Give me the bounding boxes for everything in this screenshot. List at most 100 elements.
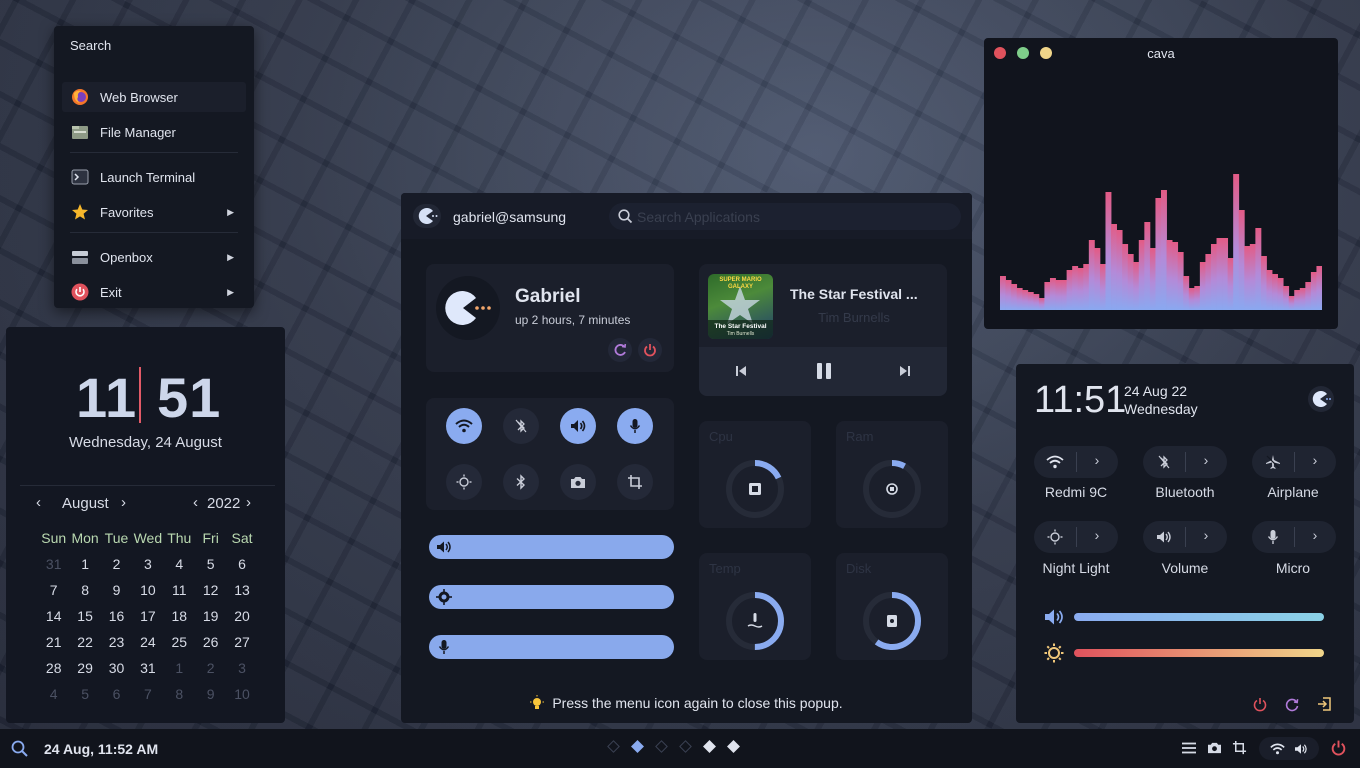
calendar-day[interactable]: 7: [38, 582, 69, 598]
prev-year-button[interactable]: ‹: [193, 494, 198, 511]
power-icon[interactable]: [1330, 739, 1347, 756]
calendar-day[interactable]: 27: [226, 634, 257, 650]
restart-icon[interactable]: [1284, 696, 1300, 712]
calendar-day[interactable]: 5: [69, 686, 100, 702]
calendar-day[interactable]: 9: [195, 686, 226, 702]
calendar-day[interactable]: 6: [226, 556, 257, 572]
chevron-right-icon[interactable]: ›: [1088, 452, 1106, 472]
wifi-network-toggle[interactable]: ›: [1034, 446, 1118, 478]
search-input[interactable]: [637, 207, 947, 226]
calendar-day[interactable]: 7: [132, 686, 163, 702]
prev-month-button[interactable]: ‹: [36, 494, 41, 511]
calendar-day[interactable]: 10: [132, 582, 163, 598]
menu-item-web-browser[interactable]: Web Browser: [62, 82, 246, 112]
calendar-day[interactable]: 9: [101, 582, 132, 598]
calendar-day[interactable]: 2: [101, 556, 132, 572]
cc-brightness-slider[interactable]: [1074, 649, 1324, 657]
restart-button[interactable]: [608, 338, 632, 362]
microphone-slider[interactable]: [429, 635, 674, 659]
night-light-toggle[interactable]: [446, 464, 482, 500]
workspace-indicator-occupied[interactable]: [703, 740, 716, 753]
power-icon[interactable]: [1252, 696, 1268, 712]
previous-track-icon[interactable]: [735, 365, 747, 377]
calendar-day[interactable]: 19: [195, 608, 226, 624]
calendar-day[interactable]: 24: [132, 634, 163, 650]
calendar-day[interactable]: 13: [226, 582, 257, 598]
calendar-day[interactable]: 22: [69, 634, 100, 650]
calendar-day[interactable]: 16: [101, 608, 132, 624]
calendar-day[interactable]: 4: [164, 556, 195, 572]
pause-icon[interactable]: [815, 362, 833, 380]
calendar-day[interactable]: 31: [38, 556, 69, 572]
calendar-day[interactable]: 8: [164, 686, 195, 702]
calendar-day[interactable]: 12: [195, 582, 226, 598]
microphone-settings-toggle[interactable]: ›: [1252, 521, 1336, 553]
cc-avatar[interactable]: [1308, 386, 1334, 412]
calendar-day[interactable]: 8: [69, 582, 100, 598]
menu-item-exit[interactable]: Exit ▶: [62, 277, 246, 307]
calendar-day[interactable]: 10: [226, 686, 257, 702]
chevron-right-icon[interactable]: ›: [1197, 527, 1215, 547]
bluetooth-settings-toggle[interactable]: ›: [1143, 446, 1227, 478]
night-light-toggle[interactable]: ›: [1034, 521, 1118, 553]
camera-icon[interactable]: [1207, 741, 1222, 754]
bluetooth-toggle[interactable]: [503, 408, 539, 444]
workspace-indicator-occupied[interactable]: [727, 740, 740, 753]
calendar-day[interactable]: 1: [164, 660, 195, 676]
brightness-slider[interactable]: [429, 585, 674, 609]
search-bar[interactable]: [609, 203, 961, 230]
chevron-right-icon[interactable]: ›: [1197, 452, 1215, 472]
cc-volume-slider[interactable]: [1074, 613, 1324, 621]
crop-button[interactable]: [617, 464, 653, 500]
calendar-day[interactable]: 31: [132, 660, 163, 676]
calendar-day[interactable]: 23: [101, 634, 132, 650]
calendar-day[interactable]: 6: [101, 686, 132, 702]
calendar-day[interactable]: 11: [164, 582, 195, 598]
next-year-button[interactable]: ›: [246, 494, 251, 511]
user-avatar[interactable]: [413, 204, 441, 228]
calendar-day[interactable]: 15: [69, 608, 100, 624]
menu-item-launch-terminal[interactable]: Launch Terminal: [62, 162, 246, 192]
calendar-day[interactable]: 2: [195, 660, 226, 676]
calendar-day[interactable]: 20: [226, 608, 257, 624]
calendar-day[interactable]: 1: [69, 556, 100, 572]
calendar-day[interactable]: 5: [195, 556, 226, 572]
calendar-day[interactable]: 29: [69, 660, 100, 676]
chevron-right-icon[interactable]: ›: [1306, 527, 1324, 547]
volume-settings-toggle[interactable]: ›: [1143, 521, 1227, 553]
calendar-day[interactable]: 18: [164, 608, 195, 624]
system-tray[interactable]: [1259, 737, 1319, 760]
calendar-day[interactable]: 3: [226, 660, 257, 676]
calendar-day[interactable]: 26: [195, 634, 226, 650]
calendar-day[interactable]: 17: [132, 608, 163, 624]
bluetooth-button[interactable]: [503, 464, 539, 500]
screenshot-button[interactable]: [560, 464, 596, 500]
calendar-day[interactable]: 30: [101, 660, 132, 676]
menu-search-label[interactable]: Search: [70, 38, 111, 53]
calendar-day[interactable]: 21: [38, 634, 69, 650]
next-track-icon[interactable]: [899, 365, 911, 377]
microphone-toggle[interactable]: [617, 408, 653, 444]
workspace-indicator-active[interactable]: [631, 740, 644, 753]
calendar-day[interactable]: 14: [38, 608, 69, 624]
wifi-toggle[interactable]: [446, 408, 482, 444]
calendar-day[interactable]: 4: [38, 686, 69, 702]
next-month-button[interactable]: ›: [121, 494, 126, 511]
menu-item-favorites[interactable]: Favorites ▶: [62, 197, 246, 227]
power-button[interactable]: [638, 338, 662, 362]
calendar-day[interactable]: 25: [164, 634, 195, 650]
chevron-right-icon[interactable]: ›: [1088, 527, 1106, 547]
menu-item-openbox[interactable]: Openbox ▶: [62, 242, 246, 272]
calendar-day[interactable]: 3: [132, 556, 163, 572]
workspace-indicator[interactable]: [679, 740, 692, 753]
workspace-indicator[interactable]: [607, 740, 620, 753]
menu-item-file-manager[interactable]: File Manager: [62, 117, 246, 147]
airplane-mode-toggle[interactable]: ›: [1252, 446, 1336, 478]
chevron-right-icon[interactable]: ›: [1306, 452, 1324, 472]
volume-slider[interactable]: [429, 535, 674, 559]
workspace-indicator[interactable]: [655, 740, 668, 753]
crop-icon[interactable]: [1232, 740, 1247, 755]
search-icon[interactable]: [11, 740, 28, 757]
volume-toggle[interactable]: [560, 408, 596, 444]
menu-icon[interactable]: [1182, 742, 1196, 754]
